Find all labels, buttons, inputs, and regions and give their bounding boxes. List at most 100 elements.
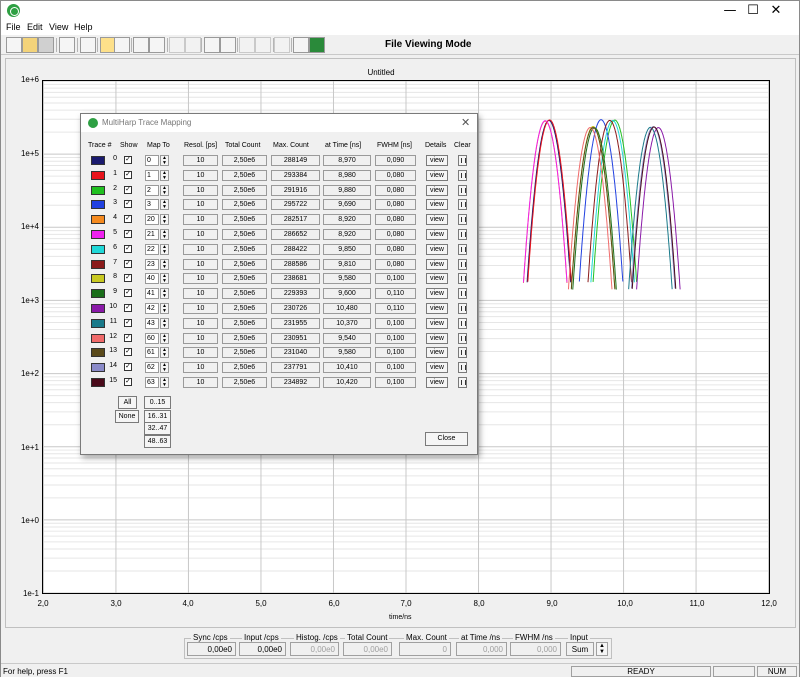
range-button[interactable]: 0..15 xyxy=(144,396,171,409)
mode-icon[interactable] xyxy=(309,37,325,53)
map-to-field[interactable]: 2 xyxy=(145,185,159,196)
show-checkbox[interactable]: ✓ xyxy=(124,334,132,342)
clear-trace-icon[interactable] xyxy=(458,288,467,299)
view-details-button[interactable]: view xyxy=(426,244,448,255)
map-to-spin-icon[interactable]: ▲ ▼ xyxy=(160,259,169,270)
map-to-field[interactable]: 21 xyxy=(145,229,159,240)
fit-icon[interactable] xyxy=(255,37,271,53)
show-checkbox[interactable]: ✓ xyxy=(124,245,132,253)
view-details-button[interactable]: view xyxy=(426,362,448,373)
stop-icon[interactable] xyxy=(185,37,201,53)
open-folder-icon[interactable] xyxy=(22,37,38,53)
show-checkbox[interactable]: ✓ xyxy=(124,304,132,312)
trace-color-swatch[interactable] xyxy=(91,274,105,283)
map-to-spin-icon[interactable]: ▲ ▼ xyxy=(160,333,169,344)
show-all-button[interactable]: All xyxy=(118,396,137,409)
trace-mapping-icon[interactable] xyxy=(220,37,236,53)
trace-color-swatch[interactable] xyxy=(91,230,105,239)
trace-color-swatch[interactable] xyxy=(91,304,105,313)
map-to-field[interactable]: 60 xyxy=(145,333,159,344)
trace-color-swatch[interactable] xyxy=(91,378,105,387)
show-checkbox[interactable]: ✓ xyxy=(124,156,132,164)
trace-color-swatch[interactable] xyxy=(91,289,105,298)
view-details-button[interactable]: view xyxy=(426,185,448,196)
clear-trace-icon[interactable] xyxy=(458,229,467,240)
map-to-spin-icon[interactable]: ▲ ▼ xyxy=(160,185,169,196)
axis-scale-icon[interactable] xyxy=(133,37,149,53)
clear-trace-icon[interactable] xyxy=(458,214,467,225)
trace-color-swatch[interactable] xyxy=(91,200,105,209)
view-details-button[interactable]: view xyxy=(426,259,448,270)
view-details-button[interactable]: view xyxy=(426,199,448,210)
show-checkbox[interactable]: ✓ xyxy=(124,363,132,371)
save-icon[interactable] xyxy=(38,37,54,53)
trace-color-swatch[interactable] xyxy=(91,348,105,357)
map-to-spin-icon[interactable]: ▲ ▼ xyxy=(160,347,169,358)
show-checkbox[interactable]: ✓ xyxy=(124,171,132,179)
trace-list-icon[interactable] xyxy=(204,37,220,53)
map-to-spin-icon[interactable]: ▲ ▼ xyxy=(160,362,169,373)
map-to-spin-icon[interactable]: ▲ ▼ xyxy=(160,199,169,210)
show-checkbox[interactable]: ✓ xyxy=(124,348,132,356)
map-to-field[interactable]: 43 xyxy=(145,318,159,329)
input-spin-icon[interactable]: ▲ ▼ xyxy=(596,642,608,656)
close-button[interactable]: ✕ xyxy=(753,1,799,21)
map-to-field[interactable]: 1 xyxy=(145,170,159,181)
map-to-field[interactable]: 3 xyxy=(145,199,159,210)
clear-trace-icon[interactable] xyxy=(458,259,467,270)
trace-color-swatch[interactable] xyxy=(91,215,105,224)
clear-trace-icon[interactable] xyxy=(458,273,467,284)
map-to-spin-icon[interactable]: ▲ ▼ xyxy=(160,318,169,329)
dialog-close-button[interactable]: Close xyxy=(425,432,468,446)
clear-trace-icon[interactable] xyxy=(458,199,467,210)
show-checkbox[interactable]: ✓ xyxy=(124,289,132,297)
show-checkbox[interactable]: ✓ xyxy=(124,378,132,386)
view-details-button[interactable]: view xyxy=(426,303,448,314)
menu-help[interactable]: Help xyxy=(74,22,93,32)
menu-file[interactable]: File xyxy=(6,22,21,32)
trace-color-swatch[interactable] xyxy=(91,156,105,165)
range-button[interactable]: 48..63 xyxy=(144,435,171,448)
view-details-button[interactable]: view xyxy=(426,170,448,181)
map-to-field[interactable]: 23 xyxy=(145,259,159,270)
clear-trace-icon[interactable] xyxy=(458,318,467,329)
show-checkbox[interactable]: ✓ xyxy=(124,215,132,223)
show-checkbox[interactable]: ✓ xyxy=(124,200,132,208)
menu-edit[interactable]: Edit xyxy=(27,22,43,32)
map-to-spin-icon[interactable]: ▲ ▼ xyxy=(160,273,169,284)
show-checkbox[interactable]: ✓ xyxy=(124,274,132,282)
view-details-button[interactable]: view xyxy=(426,347,448,358)
trace-color-swatch[interactable] xyxy=(91,171,105,180)
trace-color-swatch[interactable] xyxy=(91,319,105,328)
view-details-button[interactable]: view xyxy=(426,288,448,299)
copy-icon[interactable] xyxy=(59,37,75,53)
map-to-spin-icon[interactable]: ▲ ▼ xyxy=(160,170,169,181)
map-to-spin-icon[interactable]: ▲ ▼ xyxy=(160,377,169,388)
trace-color-swatch[interactable] xyxy=(91,186,105,195)
map-to-spin-icon[interactable]: ▲ ▼ xyxy=(160,244,169,255)
show-checkbox[interactable]: ✓ xyxy=(124,230,132,238)
dialog-close-icon[interactable]: ✕ xyxy=(461,116,470,129)
map-to-spin-icon[interactable]: ▲ ▼ xyxy=(160,288,169,299)
map-to-spin-icon[interactable]: ▲ ▼ xyxy=(160,214,169,225)
range-button[interactable]: 32..47 xyxy=(144,422,171,435)
clear-trace-icon[interactable] xyxy=(458,303,467,314)
trace-color-swatch[interactable] xyxy=(91,245,105,254)
show-checkbox[interactable]: ✓ xyxy=(124,319,132,327)
map-to-field[interactable]: 41 xyxy=(145,288,159,299)
view-details-button[interactable]: view xyxy=(426,318,448,329)
map-to-spin-icon[interactable]: ▲ ▼ xyxy=(160,229,169,240)
export-icon[interactable] xyxy=(274,37,290,53)
start-icon[interactable] xyxy=(169,37,185,53)
map-to-field[interactable]: 61 xyxy=(145,347,159,358)
clear-trace-icon[interactable] xyxy=(458,347,467,358)
clear-trace-icon[interactable] xyxy=(458,333,467,344)
show-checkbox[interactable]: ✓ xyxy=(124,260,132,268)
map-to-field[interactable]: 22 xyxy=(145,244,159,255)
clear-trace-icon[interactable] xyxy=(458,244,467,255)
map-to-field[interactable]: 62 xyxy=(145,362,159,373)
clear-trace-icon[interactable] xyxy=(458,155,467,166)
map-to-field[interactable]: 63 xyxy=(145,377,159,388)
map-to-field[interactable]: 20 xyxy=(145,214,159,225)
clear-trace-icon[interactable] xyxy=(458,377,467,388)
